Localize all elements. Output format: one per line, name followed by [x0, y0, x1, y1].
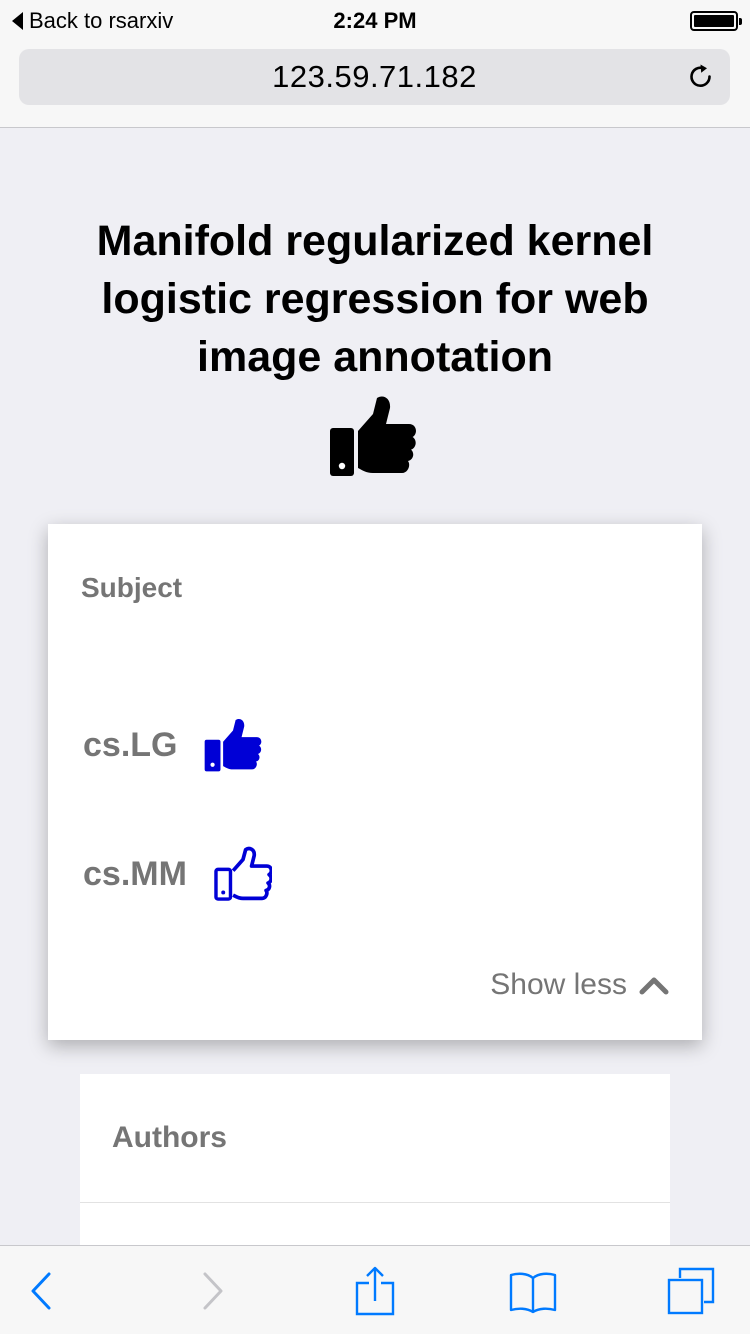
- bookmarks-icon[interactable]: [508, 1266, 558, 1316]
- subject-heading: Subject: [81, 572, 183, 603]
- share-icon[interactable]: [350, 1266, 400, 1316]
- browser-top-bar: Back to rsarxiv 2:24 PM 123.59.71.182: [0, 0, 750, 128]
- show-less-toggle[interactable]: Show less: [490, 968, 669, 1002]
- subject-label: cs.MM: [83, 854, 187, 893]
- status-time: 2:24 PM: [333, 8, 417, 33]
- thumbs-up-icon[interactable]: [329, 394, 417, 478]
- screen: Back to rsarxiv 2:24 PM 123.59.71.182 Ma…: [0, 0, 750, 1334]
- forward-icon[interactable]: [186, 1266, 236, 1316]
- subject-card: Subject cs.LG cs.MM Show less: [48, 524, 702, 1040]
- subject-label: cs.LG: [83, 725, 178, 764]
- chevron-up-icon: [639, 977, 669, 995]
- show-less-label: Show less: [490, 968, 627, 1001]
- back-icon[interactable]: [18, 1266, 68, 1316]
- subject-item-cs-lg: cs.LG: [83, 716, 262, 774]
- tabs-icon[interactable]: [666, 1266, 716, 1316]
- battery-icon: [690, 11, 742, 31]
- authors-heading: Authors: [112, 1121, 227, 1154]
- authors-card: Authors: [80, 1074, 670, 1274]
- thumbs-up-outline-icon[interactable]: [214, 845, 272, 903]
- thumbs-up-filled-icon[interactable]: [204, 716, 262, 774]
- reload-icon[interactable]: [686, 62, 716, 92]
- subject-item-cs-mm: cs.MM: [83, 845, 272, 903]
- page-title: Manifold regularized kernel logistic reg…: [96, 217, 654, 381]
- divider: [80, 1202, 670, 1203]
- browser-toolbar: [0, 1245, 750, 1334]
- url-text: 123.59.71.182: [272, 59, 477, 94]
- address-bar[interactable]: 123.59.71.182: [19, 49, 730, 105]
